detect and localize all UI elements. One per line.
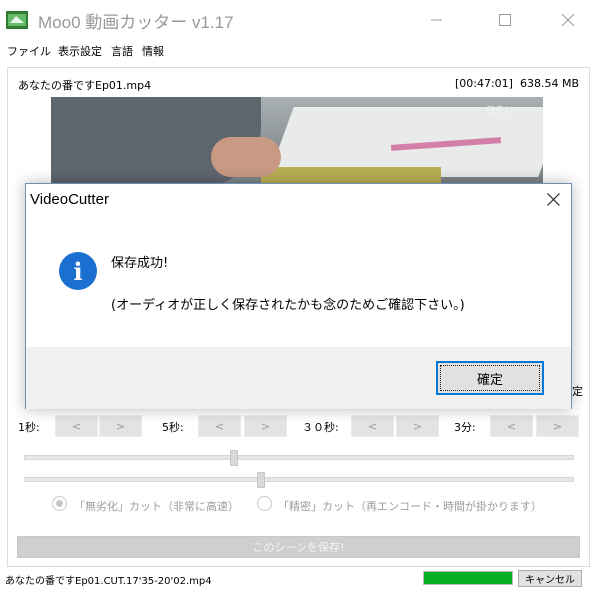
broadcaster-watermark: 日テレ bbox=[485, 106, 513, 116]
dialog-footer: 確定 bbox=[26, 347, 571, 409]
dialog-title: VideoCutter bbox=[30, 191, 109, 208]
ok-button[interactable]: 確定 bbox=[436, 361, 544, 395]
dialog-message-secondary: (オーディオが正しく保存されたかも念のためご確認下さい。) bbox=[111, 298, 465, 313]
message-dialog: VideoCutter i 保存成功! (オーディオが正しく保存されたかも念のた… bbox=[25, 183, 572, 409]
step-30s-back-button[interactable]: < bbox=[351, 415, 394, 437]
seek-navigation: 1秒: < > 5秒: < > ３０秒: < > 3分: < > bbox=[18, 414, 588, 438]
video-preview[interactable]: 日テレ bbox=[51, 97, 543, 187]
lossless-cut-radio[interactable] bbox=[52, 496, 67, 511]
cancel-button[interactable]: キャンセル bbox=[518, 570, 582, 587]
step-3m-forward-button[interactable]: > bbox=[536, 415, 579, 437]
save-scene-button[interactable]: このシーンを保存! bbox=[17, 536, 580, 558]
cut-mode-options: 「無劣化」カット（非常に高速） 「精密」カット（再エンコード・時間が掛かります） bbox=[52, 495, 592, 515]
file-duration: [00:47:01] bbox=[454, 77, 513, 90]
file-info: [00:47:01] 638.54 MB bbox=[455, 77, 579, 90]
close-button[interactable] bbox=[545, 0, 591, 40]
file-size: 638.54 MB bbox=[519, 77, 579, 90]
step-1s-back-button[interactable]: < bbox=[55, 415, 98, 437]
maximize-button[interactable] bbox=[482, 0, 528, 40]
lossless-cut-label: 「無劣化」カット（非常に高速） bbox=[74, 500, 239, 513]
step-3m-label: 3分: bbox=[454, 421, 476, 434]
precise-cut-label: 「精密」カット（再エンコード・時間が掛かります） bbox=[278, 500, 542, 513]
video-frame-hand bbox=[211, 137, 281, 177]
menu-bar: ファイル 表示設定 言語 情報 bbox=[0, 40, 600, 60]
step-30s-label: ３０秒: bbox=[302, 421, 339, 434]
step-5s-back-button[interactable]: < bbox=[198, 415, 241, 437]
output-file-name: あなたの番ですEp01.CUT.17'35-20'02.mp4 bbox=[5, 576, 212, 587]
precise-cut-radio[interactable] bbox=[257, 496, 272, 511]
maximize-icon bbox=[499, 14, 511, 26]
step-1s-label: 1秒: bbox=[18, 421, 40, 434]
menu-view-settings[interactable]: 表示設定 bbox=[58, 43, 102, 59]
close-icon bbox=[562, 14, 574, 26]
step-30s-forward-button[interactable]: > bbox=[396, 415, 439, 437]
step-3m-back-button[interactable]: < bbox=[490, 415, 533, 437]
minimize-button[interactable] bbox=[414, 0, 460, 40]
source-file-name: あなたの番ですEp01.mp4 bbox=[18, 79, 152, 92]
minimize-icon bbox=[431, 19, 442, 21]
menu-language[interactable]: 言語 bbox=[111, 43, 133, 59]
progress-bar bbox=[423, 571, 513, 585]
start-slider-thumb[interactable] bbox=[230, 450, 238, 466]
step-5s-forward-button[interactable]: > bbox=[244, 415, 287, 437]
info-icon: i bbox=[59, 252, 97, 290]
close-icon bbox=[546, 192, 560, 206]
end-position-slider[interactable] bbox=[24, 472, 574, 488]
step-5s-label: 5秒: bbox=[162, 421, 184, 434]
app-logo-icon bbox=[6, 11, 28, 29]
step-1s-forward-button[interactable]: > bbox=[99, 415, 142, 437]
start-position-slider[interactable] bbox=[24, 450, 574, 466]
partial-label: 定 bbox=[572, 385, 583, 398]
title-bar: Moo0 動画カッター v1.17 bbox=[0, 0, 600, 40]
dialog-close-button[interactable] bbox=[534, 184, 572, 214]
status-bar: あなたの番ですEp01.CUT.17'35-20'02.mp4 キャンセル bbox=[0, 567, 600, 590]
progress-fill bbox=[424, 572, 512, 584]
menu-file[interactable]: ファイル bbox=[7, 43, 51, 59]
ok-button-label: 確定 bbox=[476, 372, 503, 388]
menu-info[interactable]: 情報 bbox=[142, 43, 164, 59]
window-title: Moo0 動画カッター v1.17 bbox=[38, 13, 234, 32]
dialog-message-primary: 保存成功! bbox=[111, 256, 169, 271]
end-slider-thumb[interactable] bbox=[257, 472, 265, 488]
